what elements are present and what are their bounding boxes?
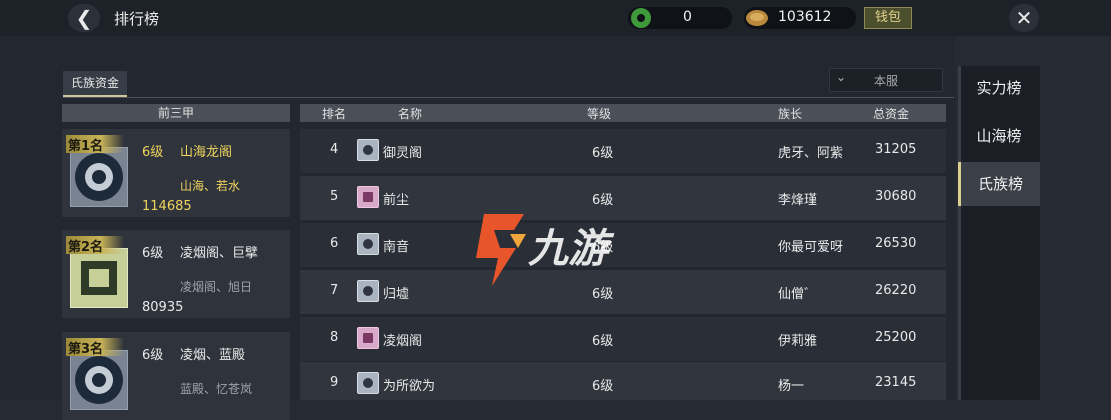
tab-clan-funds[interactable]: 氏族资金 bbox=[63, 71, 127, 97]
clan-name: 山海龙阁 bbox=[180, 145, 233, 160]
row-leader: 虎牙、阿紫 bbox=[778, 146, 844, 161]
watermark-logo-icon bbox=[476, 214, 526, 286]
row-leader: 杨一 bbox=[778, 379, 805, 394]
row-funds: 23145 bbox=[875, 375, 917, 390]
row-leader: 仙僧゛ bbox=[778, 287, 818, 302]
row-funds: 26220 bbox=[875, 283, 917, 298]
coin-value: 103612 bbox=[778, 9, 832, 25]
row-funds: 31205 bbox=[875, 142, 917, 157]
row-rank: 9 bbox=[330, 375, 339, 390]
top-bar: ❮ 排行榜 0 103612 钱包 ✕ bbox=[0, 0, 1111, 36]
jade-currency: 0 bbox=[628, 7, 732, 29]
column-rank: 排名 bbox=[322, 107, 347, 121]
row-funds: 26530 bbox=[875, 236, 917, 251]
clan-level: 6级 bbox=[142, 145, 164, 160]
back-button[interactable]: ❮ bbox=[68, 4, 100, 32]
clan-emblem-icon bbox=[357, 186, 379, 208]
row-level: 6级 bbox=[592, 334, 614, 349]
clan-emblem-icon bbox=[70, 147, 128, 207]
row-name: 南音 bbox=[383, 240, 410, 255]
row-rank: 5 bbox=[330, 189, 339, 204]
jade-icon bbox=[631, 8, 651, 28]
watermark: 九游 bbox=[470, 208, 650, 288]
top3-card-3[interactable]: 第3名 6级 凌烟、蓝殿 蓝殿、忆苍岚 bbox=[62, 332, 290, 420]
rank-label: 第3名 bbox=[68, 342, 104, 357]
row-leader: 你最可爱呀 bbox=[778, 240, 844, 255]
top3-card-1[interactable]: 第1名 6级 山海龙阁 山海、若水 114685 bbox=[62, 129, 290, 217]
row-name: 为所欲为 bbox=[383, 379, 436, 394]
clan-emblem-icon bbox=[357, 372, 379, 394]
server-dropdown-value: 本服 bbox=[874, 74, 899, 88]
tab-divider bbox=[63, 97, 954, 98]
row-leader: 李烽瑾 bbox=[778, 193, 818, 208]
top3-header: 前三甲 bbox=[62, 104, 290, 122]
close-button[interactable]: ✕ bbox=[1009, 4, 1039, 32]
rank-label: 第1名 bbox=[68, 139, 104, 154]
wallet-button[interactable]: 钱包 bbox=[864, 7, 912, 29]
server-dropdown[interactable]: ⌄ 本服 bbox=[829, 68, 943, 92]
column-name: 名称 bbox=[398, 107, 423, 121]
sidebar-item-power[interactable]: 实力榜 bbox=[958, 66, 1040, 110]
column-leader: 族长 bbox=[778, 107, 803, 121]
sidebar-item-clan[interactable]: 氏族榜 bbox=[958, 162, 1040, 206]
row-rank: 8 bbox=[330, 330, 339, 345]
row-name: 归墟 bbox=[383, 287, 410, 302]
rank-label: 第2名 bbox=[68, 240, 104, 255]
column-total-funds: 总资金 bbox=[873, 107, 910, 121]
clan-level: 6级 bbox=[142, 246, 164, 261]
page-title: 排行榜 bbox=[114, 10, 160, 28]
clan-emblem-icon bbox=[357, 327, 379, 349]
row-funds: 30680 bbox=[875, 189, 917, 204]
row-name: 前尘 bbox=[383, 193, 410, 208]
clan-name: 凌烟阁、巨擘 bbox=[180, 246, 259, 261]
clan-emblem-icon bbox=[357, 280, 379, 302]
back-arrow-icon: ❮ bbox=[75, 6, 93, 30]
table-row[interactable]: 4 御灵阁 6级 虎牙、阿紫 31205 bbox=[300, 129, 946, 173]
clan-emblem-icon bbox=[357, 139, 379, 161]
clan-emblem-icon bbox=[70, 350, 128, 410]
row-level: 6级 bbox=[592, 146, 614, 161]
row-level: 6级 bbox=[592, 379, 614, 394]
ranking-table-header: 排名 名称 等级 族长 总资金 bbox=[300, 104, 946, 122]
clan-emblem-icon bbox=[70, 248, 128, 308]
row-leader: 伊莉雅 bbox=[778, 334, 818, 349]
top3-card-2[interactable]: 第2名 6级 凌烟阁、巨擘 凌烟阁、旭日 80935 bbox=[62, 230, 290, 318]
column-level: 等级 bbox=[587, 107, 612, 121]
row-funds: 25200 bbox=[875, 330, 917, 345]
clan-funds: 114685 bbox=[142, 199, 192, 214]
clan-funds: 80935 bbox=[142, 300, 184, 315]
clan-leaders: 山海、若水 bbox=[180, 179, 241, 193]
sidebar-item-shanhai[interactable]: 山海榜 bbox=[958, 114, 1040, 158]
jade-value: 0 bbox=[683, 9, 692, 25]
clan-leaders: 凌烟阁、旭日 bbox=[180, 280, 253, 294]
row-rank: 7 bbox=[330, 283, 339, 298]
row-name: 御灵阁 bbox=[383, 146, 423, 161]
clan-leaders: 蓝殿、忆苍岚 bbox=[180, 382, 253, 396]
row-name: 凌烟阁 bbox=[383, 334, 423, 349]
table-row[interactable]: 8 凌烟阁 6级 伊莉雅 25200 bbox=[300, 317, 946, 361]
table-row[interactable]: 9 为所欲为 6级 杨一 23145 bbox=[300, 362, 946, 400]
coin-currency: 103612 bbox=[744, 7, 856, 29]
clan-level: 6级 bbox=[142, 348, 164, 363]
row-rank: 4 bbox=[330, 142, 339, 157]
watermark-text: 九游 bbox=[528, 226, 608, 272]
clan-name: 凌烟、蓝殿 bbox=[180, 348, 246, 363]
clan-emblem-icon bbox=[357, 233, 379, 255]
chevron-down-icon: ⌄ bbox=[836, 70, 847, 84]
row-rank: 6 bbox=[330, 236, 339, 251]
close-icon: ✕ bbox=[1015, 6, 1033, 30]
coin-icon bbox=[746, 10, 768, 26]
row-level: 6级 bbox=[592, 193, 614, 208]
